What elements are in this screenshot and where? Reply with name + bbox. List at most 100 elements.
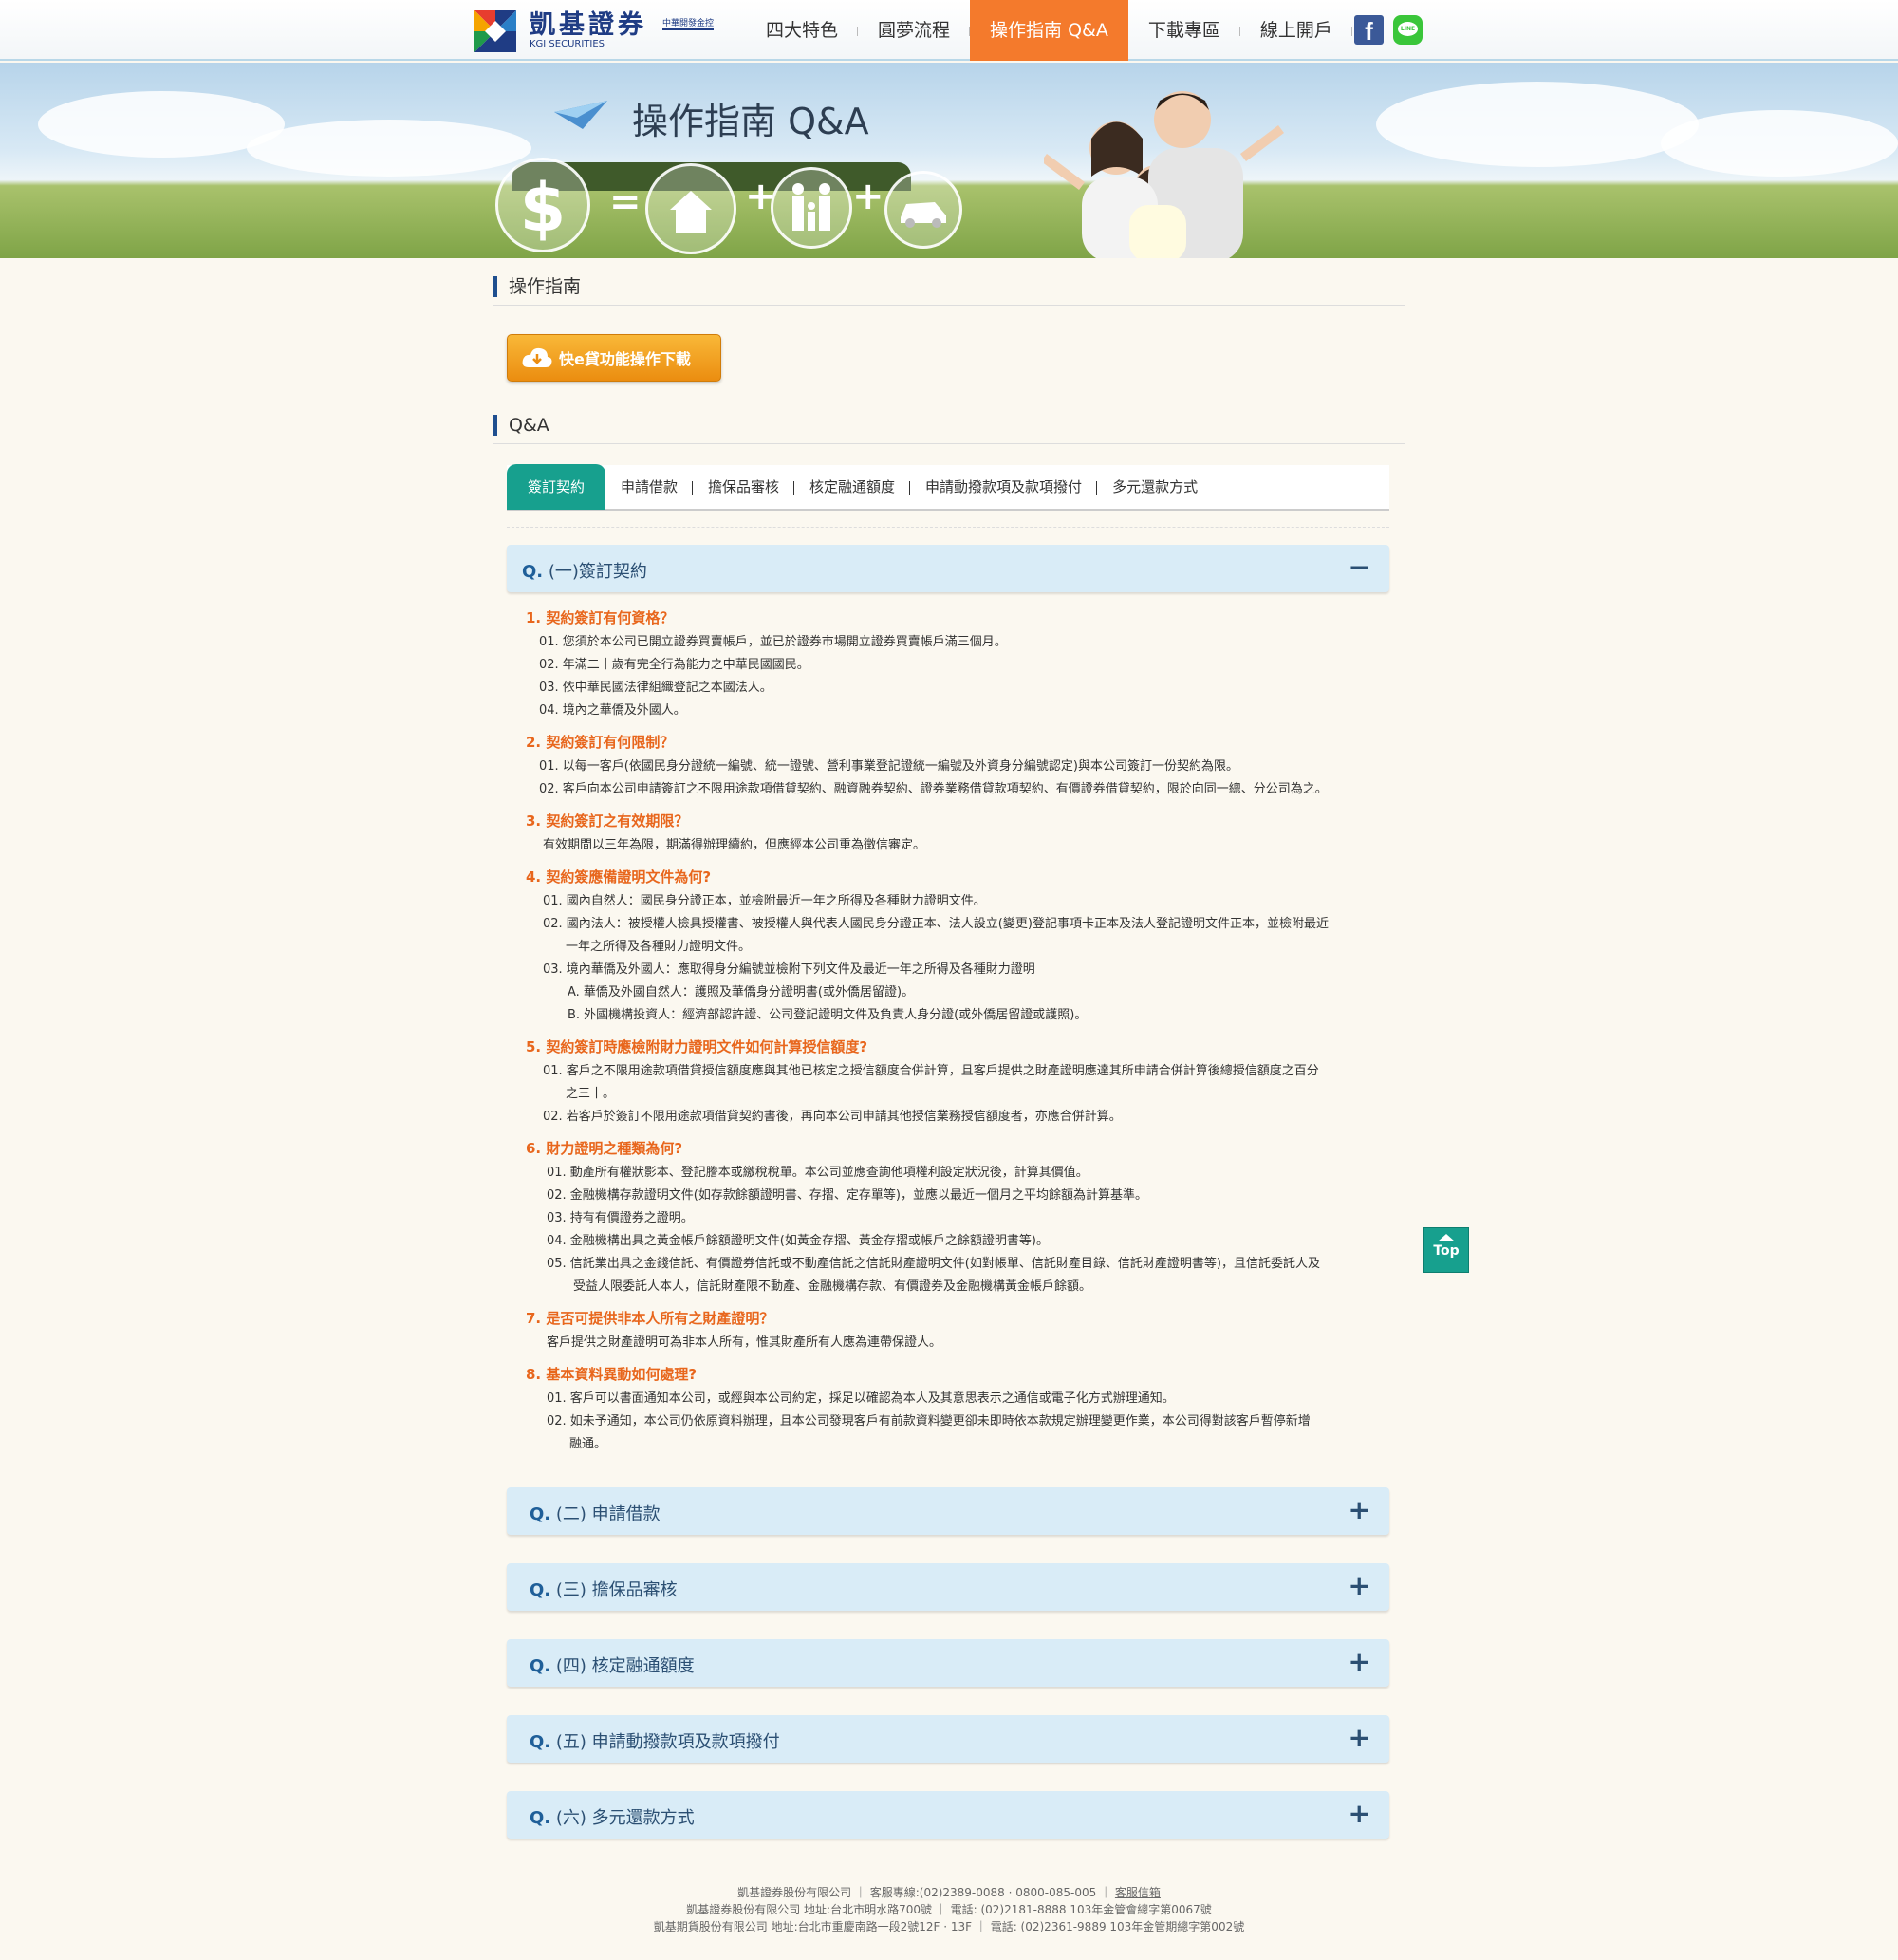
accordion-header-apply-loan[interactable]: Q. (二) 申請借款 + <box>507 1487 1389 1535</box>
accordion-header-sign-contract[interactable]: Q. (一)簽訂契約 − <box>507 545 1389 592</box>
answer-line: 融通。 <box>569 1437 607 1451</box>
answer-line: 03. 依中華民國法律組織登記之本國法人。 <box>539 681 772 695</box>
question-heading: 2. 契約簽訂有何限制？ <box>526 734 675 751</box>
tab-drawdown[interactable]: 申請動撥款項及款項撥付 <box>910 464 1098 510</box>
back-to-top-button[interactable]: Top <box>1424 1227 1469 1273</box>
top-navigation-bar: 凱基證券 KGI SECURITIES 中華開發金控 四大特色 圓夢流程 操作指… <box>0 0 1898 61</box>
nav-open-account[interactable]: 線上開戶 <box>1240 0 1352 61</box>
car-bubble-icon <box>884 171 962 249</box>
question-heading: 4. 契約簽應備證明文件為何? <box>526 868 712 886</box>
line-icon[interactable]: LINE <box>1393 15 1423 45</box>
kgi-logo-icon <box>474 10 516 52</box>
answer-line: 02. 客戶向本公司申請簽訂之不限用途款項借貸契約、融資融券契約、證券業務借貸款… <box>539 782 1328 796</box>
equals-sign: = <box>609 180 642 224</box>
accordion-label: (六) 多元還款方式 <box>555 1808 695 1828</box>
cloud-download-icon <box>522 347 552 367</box>
dashed-divider <box>507 527 1389 528</box>
main-nav: 四大特色 圓夢流程 操作指南 Q&A 下載專區 線上開戶 <box>746 0 1352 61</box>
question-heading: 8. 基本資料異動如何處理? <box>526 1366 698 1383</box>
accordion-header-credit-limit[interactable]: Q. (四) 核定融通額度 + <box>507 1639 1389 1687</box>
nav-guide-qa[interactable]: 操作指南 Q&A <box>970 0 1128 61</box>
plus-sign: + <box>852 175 884 218</box>
answer-line: 01. 動產所有權狀影本、登記謄本或繳稅稅單。本公司並應查詢他項權利設定狀況後，… <box>547 1166 1089 1180</box>
footer-line: 凱基證券股份有限公司 地址:台北市明水路700號 ｜ 電話: (02)2181-… <box>686 1903 1212 1916</box>
nav-download[interactable]: 下載專區 <box>1128 0 1240 61</box>
answer-line: B. 外國機構投資人：經濟部認許證、公司登記證明文件及負責人身分證(或外僑居留證… <box>568 1008 1088 1022</box>
accordion-prefix: Q. <box>530 1732 551 1752</box>
guide-section-title: 操作指南 <box>493 276 581 297</box>
footer-service-email-link[interactable]: 客服信箱 <box>1115 1886 1161 1899</box>
paper-plane-icon <box>554 101 607 129</box>
nav-process[interactable]: 圓夢流程 <box>858 0 971 61</box>
answer-line: 01. 國內自然人：國民身分證正本，並檢附最近一年之所得及各種財力證明文件。 <box>543 894 986 908</box>
footer-line: 凱基期貨股份有限公司 地址:台北市重慶南路一段2號12F · 13F ｜ 電話:… <box>653 1920 1245 1933</box>
footer-line: 凱基證券股份有限公司 ｜ 客服專線:(02)2389-0088 · 0800-0… <box>737 1886 1161 1899</box>
answer-line: 03. 境內華僑及外國人：應取得身分編號並檢附下列文件及最近一年之所得及各種財力… <box>543 962 1035 977</box>
arrow-up-icon <box>1438 1234 1455 1241</box>
family-photo <box>1044 91 1284 258</box>
answer-line: 02. 年滿二十歲有完全行為能力之中華民國國民。 <box>539 658 809 672</box>
answer-line: 03. 持有有價證券之證明。 <box>547 1211 694 1225</box>
collapse-icon[interactable]: − <box>1349 552 1370 583</box>
house-bubble-icon <box>645 163 736 254</box>
answer-line: 02. 如未予通知，本公司仍依原資料辦理，且本公司發現客戶有前款資料變更卻未即時… <box>547 1414 1311 1428</box>
banner-title: 操作指南 Q&A <box>632 101 869 142</box>
section-divider <box>493 443 1405 444</box>
tab-apply-loan[interactable]: 申請借款 <box>605 464 694 510</box>
facebook-icon[interactable]: f <box>1354 15 1384 46</box>
expand-icon[interactable]: + <box>1349 1799 1370 1829</box>
accordion-label: (三) 擔保品審核 <box>555 1580 678 1600</box>
accordion-label: (四) 核定融通額度 <box>555 1656 695 1676</box>
question-heading: 7. 是否可提供非本人所有之財產證明？ <box>526 1310 774 1327</box>
question-heading: 3. 契約簽訂之有效期限？ <box>526 812 689 830</box>
accordion-header-drawdown[interactable]: Q. (五) 申請動撥款項及款項撥付 + <box>507 1715 1389 1763</box>
social-links: f LINE <box>1354 15 1423 46</box>
question-heading: 1. 契約簽訂有何資格？ <box>526 609 675 626</box>
tab-sign-contract[interactable]: 簽訂契約 <box>507 464 605 510</box>
answer-line: 01. 客戶可以書面通知本公司，或經與本公司約定，採足以確認為本人及其意思表示之… <box>547 1391 1175 1406</box>
answer-line: 01. 您須於本公司已開立證券買賣帳戶，並已於證券市場開立證券買賣帳戶滿三個月。 <box>539 635 1007 649</box>
hero-banner: 操作指南 Q&A $ = + + <box>0 63 1898 258</box>
answer-line: 02. 國內法人：被授權人檢具授權書、被授權人與代表人國民身分證正本、法人設立(… <box>543 917 1329 931</box>
nav-four-features[interactable]: 四大特色 <box>746 0 859 61</box>
footer-service-phone: 客服專線:(02)2389-0088 · 0800-085-005 <box>869 1886 1097 1899</box>
qa-content: 1. 契約簽訂有何資格？ 01. 您須於本公司已開立證券買賣帳戶，並已於證券市場… <box>526 607 1399 1456</box>
expand-icon[interactable]: + <box>1349 1495 1370 1525</box>
accordion-header-repayment[interactable]: Q. (六) 多元還款方式 + <box>507 1791 1389 1839</box>
accordion-header-collateral-review[interactable]: Q. (三) 擔保品審核 + <box>507 1563 1389 1611</box>
answer-line: 04. 金融機構出具之黃金帳戶餘額證明文件(如黃金存摺、黃金存摺或帳戶之餘額證明… <box>547 1234 1049 1248</box>
answer-line: 之三十。 <box>566 1087 616 1101</box>
cloud-decoration <box>1376 82 1699 167</box>
expand-icon[interactable]: + <box>1349 1571 1370 1601</box>
qa-tabs: 簽訂契約 申請借款 擔保品審核 核定融通額度 申請動撥款項及款項撥付 多元還款方… <box>507 464 1389 511</box>
dollar-bubble-icon: $ <box>495 158 590 252</box>
download-guide-label: 快e貸功能操作下載 <box>559 350 691 368</box>
answer-line: 一年之所得及各種財力證明文件。 <box>566 940 752 954</box>
accordion-label: (二) 申請借款 <box>555 1504 661 1524</box>
expand-icon[interactable]: + <box>1349 1723 1370 1753</box>
section-divider <box>493 305 1405 306</box>
qa-section-title: Q&A <box>493 415 549 436</box>
answer-line: 受益人限委託人本人，信託財產限不動產、金融機構存款、有價證券及金融機構黃金帳戶餘… <box>573 1279 1092 1294</box>
answer-line: 04. 境內之華僑及外國人。 <box>539 703 686 718</box>
kgi-logo[interactable]: 凱基證券 KGI SECURITIES 中華開發金控 <box>474 9 715 53</box>
accordion-prefix: Q. <box>530 1580 551 1600</box>
accordion-prefix: Q. <box>522 562 544 582</box>
accordion-label: (五) 申請動撥款項及款項撥付 <box>555 1732 780 1752</box>
accordion-prefix: Q. <box>530 1504 551 1524</box>
tab-collateral-review[interactable]: 擔保品審核 <box>693 464 795 510</box>
answer-line: A. 華僑及外國自然人：護照及華僑身分證明書(或外僑居留證)。 <box>568 985 915 999</box>
accordion-label: (一)簽訂契約 <box>548 562 647 582</box>
back-to-top-label: Top <box>1433 1243 1460 1259</box>
accordion-prefix: Q. <box>530 1656 551 1676</box>
cloud-decoration <box>247 120 531 177</box>
expand-icon[interactable]: + <box>1349 1647 1370 1677</box>
line-icon-label: LINE <box>1398 22 1418 36</box>
download-guide-button[interactable]: 快e貸功能操作下載 <box>507 334 721 382</box>
brand-name-en: KGI SECURITIES <box>530 39 605 49</box>
tab-repayment[interactable]: 多元還款方式 <box>1097 464 1213 510</box>
tab-credit-limit[interactable]: 核定融通額度 <box>794 464 911 510</box>
answer-line: 客戶提供之財產證明可為非本人所有，惟其財產所有人應為連帶保證人。 <box>547 1335 942 1350</box>
footer-company: 凱基證券股份有限公司 <box>737 1886 852 1899</box>
family-bubble-icon <box>771 167 852 249</box>
